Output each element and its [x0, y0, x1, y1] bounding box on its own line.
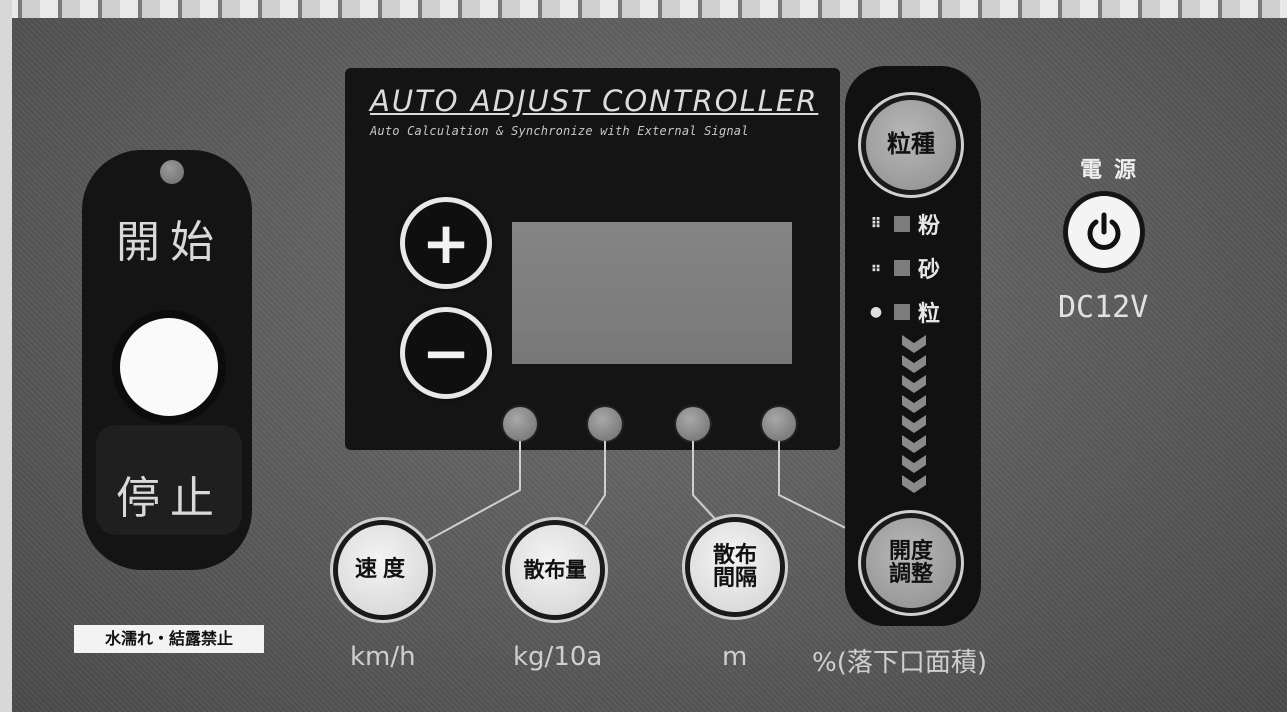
- speed-unit: km/h: [350, 642, 416, 672]
- panel-top-edge: [0, 0, 1287, 18]
- granule-indicator: [894, 304, 910, 320]
- lcd-screen: [512, 222, 792, 364]
- power-title: 電源: [1080, 158, 1149, 183]
- level-segment: [902, 455, 926, 473]
- plus-button[interactable]: +: [405, 202, 487, 284]
- level-segment: [902, 375, 926, 393]
- granule-label: 粒: [918, 302, 941, 327]
- interval-unit: m: [722, 642, 748, 672]
- brand-title: AUTO ADJUST CONTROLLER: [370, 84, 819, 118]
- power-icon: [1087, 212, 1121, 250]
- interval-led: [676, 407, 710, 441]
- start-indicator-led: [160, 160, 184, 184]
- sand-symbol-icon: ⠶: [870, 260, 882, 276]
- powder-indicator: [894, 216, 910, 232]
- powder-label: 粉: [918, 214, 941, 239]
- opening-led: [762, 407, 796, 441]
- level-segment: [902, 335, 926, 353]
- grain-row-sand: ⠶ 砂: [866, 252, 940, 284]
- interval-button[interactable]: 散布 間隔: [690, 522, 780, 612]
- level-segment: [902, 395, 926, 413]
- sand-label: 砂: [918, 258, 941, 283]
- start-stop-button[interactable]: [120, 318, 218, 416]
- water-warning-label: 水濡れ・結露禁止: [74, 625, 264, 653]
- powder-symbol-icon: ⠿: [870, 216, 882, 232]
- brand-subtitle: Auto Calculation & Synchronize with Exte…: [370, 124, 749, 138]
- amount-led: [588, 407, 622, 441]
- grain-row-granule: ● 粒: [866, 296, 940, 328]
- level-segment: [902, 355, 926, 373]
- grain-type-button[interactable]: 粒種: [866, 100, 956, 190]
- level-segment: [902, 415, 926, 433]
- voltage-label: DC12V: [1058, 290, 1149, 325]
- panel-left-edge: [0, 0, 12, 712]
- grain-row-powder: ⠿ 粉: [866, 208, 940, 240]
- amount-button[interactable]: 散布量: [510, 525, 600, 615]
- level-segment: [902, 475, 926, 493]
- start-label: 開始: [116, 217, 224, 268]
- speed-button[interactable]: 速度: [338, 525, 428, 615]
- speed-led: [503, 407, 537, 441]
- granule-symbol-icon: ●: [869, 304, 883, 320]
- stop-label: 停止: [116, 473, 224, 524]
- amount-unit: kg/10a: [513, 642, 603, 672]
- level-segment: [902, 435, 926, 453]
- opening-unit: %(落下口面積): [812, 648, 987, 678]
- opening-level-indicator: [902, 335, 928, 495]
- sand-indicator: [894, 260, 910, 276]
- opening-adjust-button[interactable]: 開度 調整: [866, 518, 956, 608]
- minus-button[interactable]: −: [405, 312, 487, 394]
